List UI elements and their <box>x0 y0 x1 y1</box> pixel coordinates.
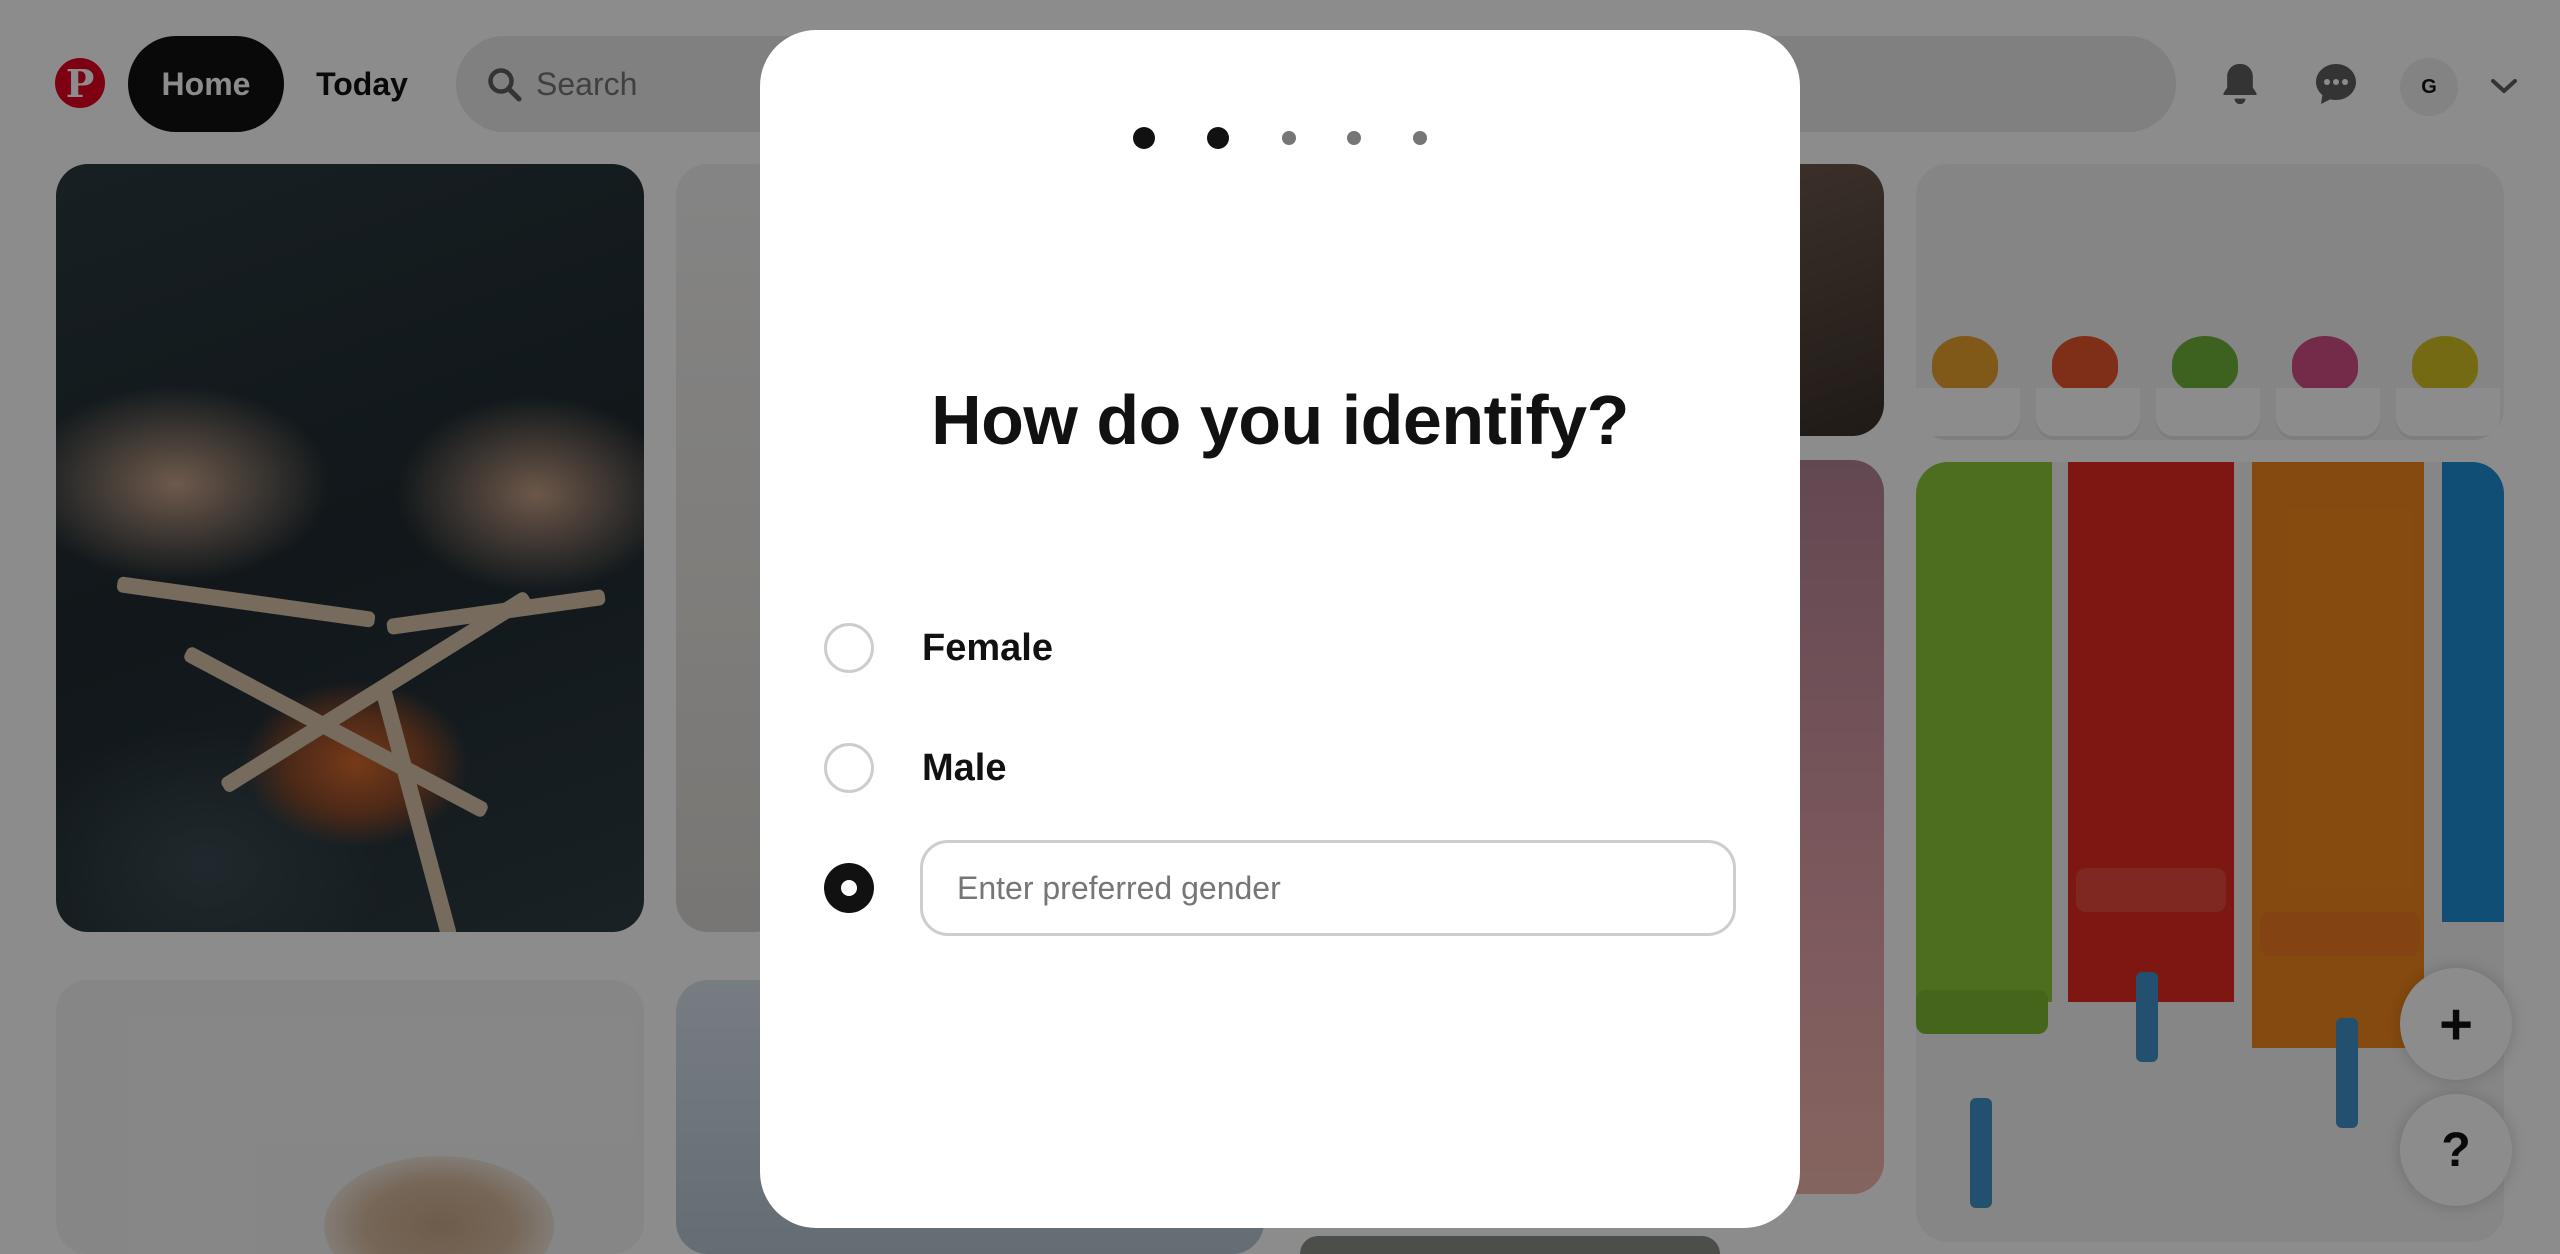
modal-title: How do you identify? <box>931 381 1629 459</box>
step-dot-completed <box>1133 127 1155 149</box>
option-female-label: Female <box>922 626 1053 669</box>
step-dot-upcoming <box>1282 131 1296 145</box>
option-female[interactable]: Female <box>824 616 1744 680</box>
preferred-gender-input[interactable] <box>920 840 1736 936</box>
step-dot-current <box>1207 127 1229 149</box>
radio-male[interactable] <box>824 743 874 793</box>
radio-custom-selected[interactable] <box>824 863 874 913</box>
step-dot-upcoming <box>1413 131 1427 145</box>
option-male-label: Male <box>922 746 1007 789</box>
step-progress-indicator <box>760 126 1800 150</box>
option-male[interactable]: Male <box>824 736 1744 800</box>
onboarding-gender-modal: How do you identify? Female Male <box>760 30 1800 1228</box>
radio-female[interactable] <box>824 623 874 673</box>
step-dot-upcoming <box>1347 131 1361 145</box>
